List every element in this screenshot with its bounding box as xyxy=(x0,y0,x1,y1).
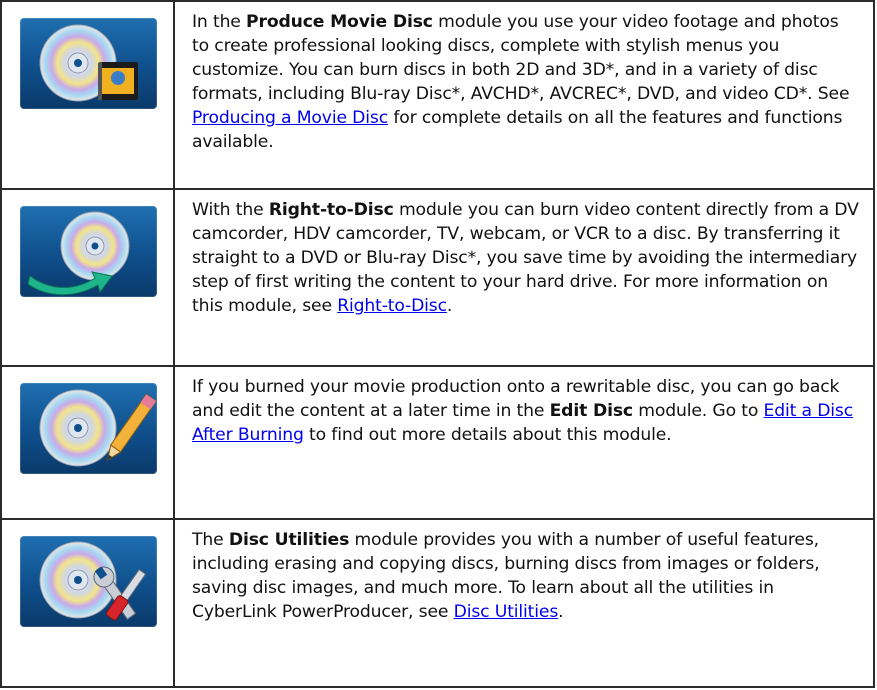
text-part: The xyxy=(192,530,229,550)
icon-cell xyxy=(2,190,175,365)
icon-cell xyxy=(2,2,175,188)
text-part: In the xyxy=(192,12,247,32)
right-to-disc-link[interactable]: Right-to-Disc xyxy=(337,296,447,316)
text-part: . xyxy=(446,296,453,317)
disc-with-arrow-icon xyxy=(20,206,157,297)
disc-with-pencil-icon xyxy=(20,383,157,474)
table-row: The Disc Utilities module provides you w… xyxy=(0,520,875,688)
producing-a-movie-disc-link[interactable]: Producing a Movie Disc xyxy=(192,108,388,128)
text-part: . xyxy=(558,602,564,623)
module-name: Produce Movie Disc xyxy=(246,12,433,32)
icon-cell xyxy=(2,367,175,518)
description-text: The Disc Utilities module provides you w… xyxy=(192,528,859,624)
table-row: If you burned your movie production onto… xyxy=(0,367,875,520)
table-row: With the Right-to-Disc module you can bu… xyxy=(0,190,875,367)
module-name: Right-to-Disc xyxy=(268,200,394,220)
description-text: With the Right-to-Disc module you can bu… xyxy=(192,198,859,318)
description-text: In the Produce Movie Disc module you use… xyxy=(192,10,859,155)
disc-with-tools-icon xyxy=(20,536,157,627)
disc-with-film-icon xyxy=(20,18,157,109)
module-name: Edit Disc xyxy=(549,401,634,422)
text-part: With the xyxy=(192,200,269,220)
description-text: If you burned your movie production onto… xyxy=(192,375,859,447)
table-row: In the Produce Movie Disc module you use… xyxy=(0,0,875,190)
icon-cell xyxy=(2,520,175,686)
text-part: to find out more details about this modu… xyxy=(303,425,672,446)
text-part: module. Go to xyxy=(632,401,764,422)
module-table: In the Produce Movie Disc module you use… xyxy=(0,0,877,690)
disc-utilities-link[interactable]: Disc Utilities xyxy=(454,602,559,622)
module-name: Disc Utilities xyxy=(228,530,350,550)
